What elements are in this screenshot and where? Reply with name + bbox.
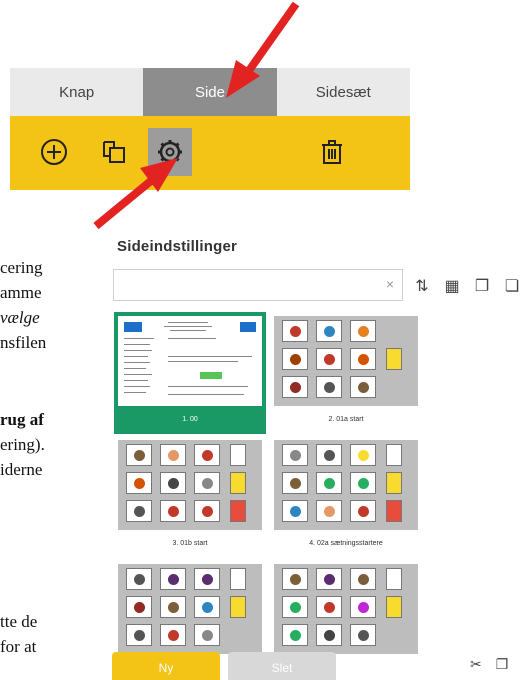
page-label: 1. 00 <box>182 416 198 423</box>
copy-page-button[interactable] <box>92 128 136 176</box>
doc-line-2: amme <box>0 283 42 302</box>
delete-button[interactable]: Slet <box>228 652 336 680</box>
copy-pages-icon <box>103 141 125 163</box>
copy-icon[interactable]: ❐ <box>496 656 509 673</box>
doc-line-6: ering). <box>0 435 45 454</box>
clipboard-tools: ✂ ❐ <box>470 656 508 673</box>
page-preview <box>118 564 262 654</box>
grid-icon[interactable]: ▦ <box>442 276 462 296</box>
doc-line-5: rug af <box>0 410 44 429</box>
page-preview <box>274 316 418 406</box>
page-label: 4. 02a sætningsstartere <box>309 540 383 547</box>
page-preview <box>274 440 418 530</box>
page-preview <box>274 564 418 654</box>
page-toolbar <box>10 116 410 190</box>
sort-az-icon[interactable]: ⇅ <box>412 276 432 296</box>
add-circle-icon <box>41 139 67 165</box>
page-label: 2. 01a start <box>328 416 364 423</box>
cut-icon[interactable]: ✂ <box>470 656 482 673</box>
page-thumb-1[interactable]: 1. 00 <box>114 312 266 434</box>
clear-search-icon[interactable]: × <box>386 276 394 292</box>
doc-line-4: nsfilen <box>0 333 47 352</box>
panel-title: Sideindstillinger <box>117 238 238 255</box>
tab-bar: Knap Side Sidesæt <box>10 68 410 116</box>
doc-line-9: for at <box>0 637 37 656</box>
page-settings-button[interactable] <box>148 128 192 176</box>
doc-preview <box>118 316 262 406</box>
page-preview <box>118 440 262 530</box>
page-thumb-3[interactable]: 3. 01b start <box>114 436 266 558</box>
delete-page-button[interactable] <box>310 128 354 176</box>
page-thumb-2[interactable]: 2. 01a start <box>270 312 422 434</box>
trash-icon <box>322 140 342 164</box>
add-page-button[interactable] <box>32 128 76 176</box>
page-thumb-4[interactable]: 4. 02a sætningsstartere <box>270 436 422 558</box>
new-page-button[interactable]: Ny <box>112 652 220 680</box>
tab-sidesaet[interactable]: Sidesæt <box>277 68 410 116</box>
doc-line-3: vælge <box>0 308 40 327</box>
doc-line-7: iderne <box>0 460 43 479</box>
panel-tools: ⇅ ▦ ❐ ❏ <box>412 276 520 296</box>
copy-icon[interactable]: ❏ <box>502 276 520 296</box>
page-preview <box>118 316 262 406</box>
add-page-icon[interactable]: ❐ <box>472 276 492 296</box>
search-input[interactable]: × <box>113 269 403 301</box>
page-label: 3. 01b start <box>172 540 208 547</box>
doc-line-1: cering <box>0 258 43 277</box>
gear-icon <box>158 140 182 164</box>
tab-knap[interactable]: Knap <box>10 68 143 116</box>
doc-line-8: tte de <box>0 612 38 631</box>
tab-side[interactable]: Side <box>143 68 277 116</box>
